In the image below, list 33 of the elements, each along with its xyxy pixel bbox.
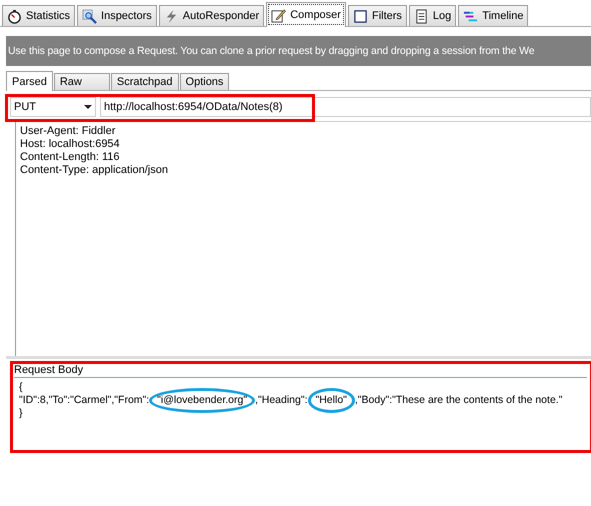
checkbox-icon	[352, 8, 368, 24]
tab[interactable]: Statistics	[2, 5, 76, 26]
section-label: Request Body	[14, 363, 587, 378]
tab[interactable]: Parsed	[6, 71, 53, 91]
code-text: ,"Heading":	[255, 394, 308, 407]
document-icon	[414, 8, 429, 24]
tab[interactable]: Filters	[348, 5, 407, 26]
pencil-icon	[271, 8, 286, 22]
url-field[interactable]: http://localhost:6954/OData/Notes(8)	[100, 97, 591, 117]
tab[interactable]: Raw	[54, 73, 110, 90]
code-text: ,"Body":"These are the contents of the note."	[354, 394, 562, 407]
code-text: {	[19, 381, 23, 394]
code-text: "ID":8,"To":"Carmel","From":	[19, 394, 150, 407]
stopwatch-icon	[7, 8, 22, 24]
tab[interactable]: AutoResponder	[158, 5, 264, 26]
header-line: Content-Length: 116	[20, 151, 120, 164]
header-line: User-Agent: Fiddler	[20, 125, 116, 138]
tab[interactable]: Inspectors	[77, 5, 157, 26]
tab[interactable]: Options	[180, 73, 230, 90]
header-line: Content-Type: application/json	[20, 164, 169, 177]
method-dropdown[interactable]: PUT	[10, 97, 96, 117]
tab[interactable]: Scratchpad	[110, 73, 179, 90]
magnifier-icon	[82, 8, 98, 24]
info-banner: Use this page to compose a Request. You can clone a prior request by dragging and dropping a session from the We	[6, 36, 591, 66]
code-text: }	[19, 407, 23, 420]
tab[interactable]: Composer	[266, 2, 346, 27]
circled-value: "i@lovebender.org"	[149, 388, 256, 413]
circled-value: "Hello"	[308, 388, 355, 413]
tab[interactable]: Timeline	[458, 5, 528, 26]
header-line: Host: localhost:6954	[20, 138, 121, 151]
tab[interactable]: Log	[408, 5, 456, 26]
caret-icon	[84, 105, 92, 109]
body-editor[interactable]: { "ID":8,"To":"Carmel","From": "i@lovebender.org" ,"Heading": "Hello" ,"Body":"These are the contents of the note." }	[14, 378, 587, 444]
